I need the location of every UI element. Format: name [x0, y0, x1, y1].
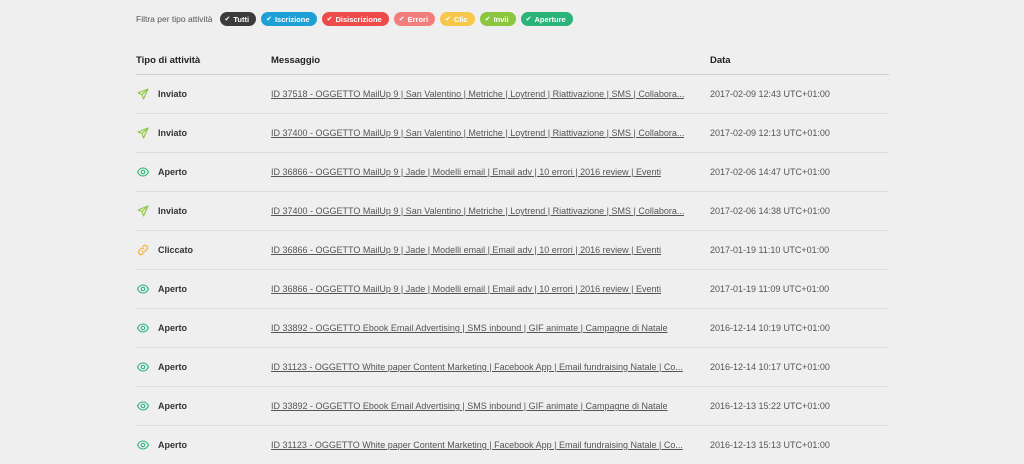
message-link[interactable]: ID 36866 - OGGETTO MailUp 9 | Jade | Mod… — [271, 270, 691, 308]
filter-chip-label: Tutti — [233, 14, 250, 24]
activity-date: 2017-01-19 11:09 UTC+01:00 — [710, 284, 830, 294]
message-link[interactable]: ID 36866 - OGGETTO MailUp 9 | Jade | Mod… — [271, 153, 691, 191]
activity-date: 2017-02-06 14:47 UTC+01:00 — [710, 167, 830, 177]
eye-icon — [136, 426, 150, 464]
message-link-text: ID 37400 - OGGETTO MailUp 9 | San Valent… — [271, 206, 685, 216]
column-header-type: Tipo di attività — [136, 55, 201, 66]
table-row: Cliccato ID 36866 - OGGETTO MailUp 9 | Ja… — [136, 231, 889, 270]
table-row: Inviato ID 37518 - OGGETTO MailUp 9 | San… — [136, 75, 889, 114]
message-link-text: ID 36866 - OGGETTO MailUp 9 | Jade | Mod… — [271, 284, 662, 294]
filter-chip-invii[interactable]: ✔ Invii — [479, 12, 516, 26]
eye-icon — [136, 270, 150, 308]
table-row: Aperto ID 31123 - OGGETTO White paper Con… — [136, 426, 889, 464]
filter-chip-label: Clic — [453, 14, 468, 24]
filter-chip-iscrizione[interactable]: ✔ Iscrizione — [261, 12, 317, 26]
activity-date: 2017-02-09 12:43 UTC+01:00 — [710, 89, 830, 99]
filter-chip-tutti[interactable]: ✔ Tutti — [219, 12, 257, 26]
table-row: Aperto ID 33892 - OGGETTO Ebook Email Adv… — [136, 387, 889, 426]
table-row: Aperto ID 31123 - OGGETTO White paper Con… — [136, 348, 889, 387]
activity-type: Aperto — [158, 167, 187, 177]
paper-plane-icon — [136, 192, 150, 230]
activity-date: 2016-12-14 10:17 UTC+01:00 — [710, 362, 830, 372]
message-link-text: ID 37518 - OGGETTO MailUp 9 | San Valent… — [271, 89, 685, 99]
message-link-text: ID 31123 - OGGETTO White paper Content M… — [271, 362, 683, 372]
eye-icon — [136, 309, 150, 347]
eye-icon — [136, 153, 150, 191]
message-link[interactable]: ID 37400 - OGGETTO MailUp 9 | San Valent… — [271, 192, 691, 230]
table-row: Aperto ID 36866 - OGGETTO MailUp 9 | Jade… — [136, 270, 889, 309]
filter-chip-label: Invii — [493, 14, 509, 24]
column-header-date: Data — [710, 55, 731, 66]
filter-chip-errori[interactable]: ✔ Errori — [393, 12, 436, 26]
activity-type: Inviato — [158, 128, 188, 138]
activity-date: 2017-01-19 11:10 UTC+01:00 — [710, 245, 830, 255]
filter-chip-aperture[interactable]: ✔ Aperture — [520, 12, 573, 26]
activity-table-body: Inviato ID 37518 - OGGETTO MailUp 9 | San… — [136, 75, 889, 464]
activity-type: Inviato — [158, 206, 188, 216]
eye-icon — [136, 348, 150, 386]
check-icon: ✔ — [266, 16, 272, 23]
filter-chip-label: Errori — [407, 14, 429, 24]
filter-chip-disiscrizione[interactable]: ✔ Disiscrizione — [321, 12, 389, 26]
check-icon: ✔ — [224, 16, 231, 23]
message-link[interactable]: ID 36866 - OGGETTO MailUp 9 | Jade | Mod… — [271, 231, 691, 269]
check-icon: ✔ — [484, 16, 491, 23]
message-link[interactable]: ID 31123 - OGGETTO White paper Content M… — [271, 426, 691, 464]
check-icon: ✔ — [525, 16, 532, 23]
activity-type: Aperto — [158, 284, 187, 294]
activity-date: 2017-02-06 14:38 UTC+01:00 — [710, 206, 830, 216]
eye-icon — [136, 387, 150, 425]
check-icon: ✔ — [326, 16, 333, 23]
table-row: Inviato ID 37400 - OGGETTO MailUp 9 | San… — [136, 114, 889, 153]
message-link-text: ID 36866 - OGGETTO MailUp 9 | Jade | Mod… — [271, 245, 662, 255]
table-row: Inviato ID 37400 - OGGETTO MailUp 9 | San… — [136, 192, 889, 231]
activity-type: Aperto — [158, 362, 187, 372]
activity-type: Aperto — [158, 401, 187, 411]
message-link[interactable]: ID 33892 - OGGETTO Ebook Email Advertisi… — [271, 387, 691, 425]
activity-type: Aperto — [158, 440, 187, 450]
table-row: Aperto ID 36866 - OGGETTO MailUp 9 | Jade… — [136, 153, 889, 192]
message-link-text: ID 33892 - OGGETTO Ebook Email Advertisi… — [271, 323, 668, 333]
link-icon — [136, 231, 150, 269]
filter-chip-label: Aperture — [534, 14, 566, 24]
filter-chip-clic[interactable]: ✔ Clic — [440, 12, 475, 26]
activity-date: 2016-12-13 15:22 UTC+01:00 — [710, 401, 830, 411]
check-icon: ✔ — [398, 16, 405, 23]
check-icon: ✔ — [445, 16, 451, 23]
activity-type: Cliccato — [158, 245, 194, 255]
filter-chip-label: Disiscrizione — [335, 14, 382, 24]
message-link[interactable]: ID 37518 - OGGETTO MailUp 9 | San Valent… — [271, 75, 691, 113]
column-header-message: Messaggio — [271, 55, 321, 66]
filter-chip-group: ✔ Tutti ✔ Iscrizione ✔ Disiscrizione ✔ Errori ✔ C… — [219, 12, 578, 26]
message-link[interactable]: ID 31123 - OGGETTO White paper Content M… — [271, 348, 691, 386]
activity-date: 2016-12-13 15:13 UTC+01:00 — [710, 440, 830, 450]
message-link-text: ID 31123 - OGGETTO White paper Content M… — [271, 440, 683, 450]
message-link[interactable]: ID 33892 - OGGETTO Ebook Email Advertisi… — [271, 309, 691, 347]
activity-date: 2017-02-09 12:13 UTC+01:00 — [710, 128, 830, 138]
activity-date: 2016-12-14 10:19 UTC+01:00 — [710, 323, 830, 333]
filter-label: Filtra per tipo attività — [136, 14, 213, 24]
paper-plane-icon — [136, 75, 150, 113]
message-link-text: ID 36866 - OGGETTO MailUp 9 | Jade | Mod… — [271, 167, 662, 177]
paper-plane-icon — [136, 114, 150, 152]
filter-chip-label: Iscrizione — [274, 14, 310, 24]
message-link-text: ID 33892 - OGGETTO Ebook Email Advertisi… — [271, 401, 668, 411]
activity-type: Aperto — [158, 323, 187, 333]
message-link[interactable]: ID 37400 - OGGETTO MailUp 9 | San Valent… — [271, 114, 691, 152]
activity-type: Inviato — [158, 89, 188, 99]
activity-filter-bar: Filtra per tipo attività ✔ Tutti ✔ Iscrizio… — [136, 12, 578, 26]
table-row: Aperto ID 33892 - OGGETTO Ebook Email Adv… — [136, 309, 889, 348]
message-link-text: ID 37400 - OGGETTO MailUp 9 | San Valent… — [271, 128, 685, 138]
